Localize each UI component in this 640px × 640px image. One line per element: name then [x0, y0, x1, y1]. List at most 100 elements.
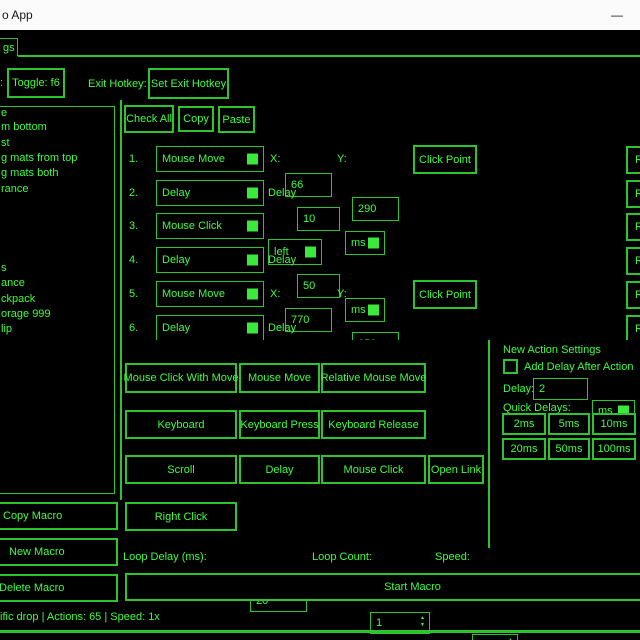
y-label: Y: — [337, 153, 347, 165]
loop-count-value: 1 — [376, 617, 382, 629]
action-type-value: Mouse Move — [162, 153, 225, 165]
tab-settings[interactable]: gs — [0, 38, 18, 56]
delay-label: Delay: — [503, 383, 534, 395]
title-bar: o App — — [0, 0, 640, 30]
add-delay-checkbox[interactable] — [503, 359, 518, 374]
action-row: 1.Mouse MoveX:66Y:290Click PointR — [122, 146, 640, 176]
quick-delay-button[interactable]: 2ms — [502, 413, 546, 435]
start-macro-button[interactable]: Start Macro — [125, 573, 640, 601]
action-type-dropdown[interactable]: Delay — [156, 180, 264, 206]
copy-macro-button[interactable]: Copy Macro — [0, 502, 118, 530]
action-type-dropdown[interactable]: Mouse Move — [156, 146, 264, 172]
row-number: 3. — [129, 220, 138, 232]
row-number: 1. — [129, 153, 138, 165]
action-row: 4.DelayDelay50msR — [122, 247, 640, 277]
set-exit-hotkey-button[interactable]: Set Exit Hotkey — [148, 68, 229, 99]
row-number: 5. — [129, 288, 138, 300]
remove-button[interactable]: R — [626, 247, 640, 275]
speed-label: Speed: — [435, 551, 470, 563]
action-type-dropdown[interactable]: Delay — [156, 315, 264, 340]
row-number: 6. — [129, 322, 138, 334]
x-label: X: — [270, 153, 280, 165]
minimize-button[interactable]: — — [604, 6, 630, 24]
action-type-value: Delay — [162, 322, 190, 334]
dropdown-indicator-icon — [247, 188, 258, 199]
quick-delay-button[interactable]: 100ms — [592, 438, 636, 460]
row-number: 2. — [129, 187, 138, 199]
add-right-click-button[interactable]: Right Click — [125, 502, 237, 531]
new-action-delay-input[interactable]: 2 — [533, 378, 588, 400]
add-keyboard-release-button[interactable]: Keyboard Release — [321, 410, 426, 439]
list-item[interactable]: rance — [1, 183, 29, 195]
new-macro-button[interactable]: New Macro — [0, 538, 118, 566]
settings-separator — [488, 340, 490, 548]
action-type-value: Mouse Click — [162, 220, 222, 232]
loop-delay-label: Loop Delay (ms): — [123, 551, 207, 563]
new-action-delay-value: 2 — [539, 383, 545, 395]
list-item[interactable]: ckpack — [1, 293, 35, 305]
exit-hotkey-label: Exit Hotkey: — [88, 78, 147, 90]
add-keyboard-press-button[interactable]: Keyboard Press — [239, 410, 320, 439]
y-label: Y: — [337, 288, 347, 300]
add-mouse-click-button[interactable]: Mouse Click — [321, 455, 426, 484]
add-keyboard-button[interactable]: Keyboard — [125, 410, 237, 439]
list-item[interactable]: g mats both — [1, 167, 58, 179]
x-label: X: — [270, 288, 280, 300]
row-number: 4. — [129, 254, 138, 266]
quick-delay-button[interactable]: 10ms — [592, 413, 636, 435]
check-all-button[interactable]: Check All — [124, 105, 174, 133]
action-type-dropdown[interactable]: Delay — [156, 247, 264, 273]
dropdown-indicator-icon — [247, 154, 258, 165]
list-item[interactable]: m bottom — [1, 121, 47, 133]
add-mouse-click-with-move-button[interactable]: Mouse Click With Move — [125, 363, 237, 393]
action-row: 3.Mouse ClickleftR — [122, 213, 640, 243]
macro-list[interactable]: e m bottom st g mats from top g mats both ran… — [0, 106, 115, 494]
quick-delay-button[interactable]: 5ms — [548, 413, 590, 435]
quick-delay-button[interactable]: 50ms — [548, 438, 590, 460]
paste-button[interactable]: Paste — [218, 106, 255, 133]
click-point-button[interactable]: Click Point — [413, 280, 477, 309]
dropdown-indicator-icon — [247, 221, 258, 232]
window-title: o App — [2, 8, 33, 22]
tabstrip-line — [18, 55, 640, 57]
dropdown-indicator-icon — [247, 323, 258, 334]
list-item[interactable]: lip — [1, 323, 12, 335]
quick-delay-button[interactable]: 20ms — [502, 438, 546, 460]
remove-button[interactable]: R — [626, 146, 640, 174]
toggle-hotkey-button[interactable]: Toggle: f6 — [7, 68, 65, 98]
add-delay-label: Add Delay After Action — [524, 361, 633, 373]
list-item[interactable]: orage 999 — [1, 308, 51, 320]
status-bar-line — [0, 630, 640, 633]
status-bar-text: ific drop | Actions: 65 | Speed: 1x — [0, 611, 160, 623]
action-type-value: Delay — [162, 254, 190, 266]
loop-count-label: Loop Count: — [312, 551, 372, 563]
action-type-dropdown[interactable]: Mouse Move — [156, 281, 264, 307]
delay-label: Delay — [268, 187, 296, 199]
action-row: 5.Mouse MoveX:770Y:659Click PointR — [122, 281, 640, 311]
app-window: o App — gs : Toggle: f6 Exit Hotkey: Set… — [0, 0, 640, 640]
remove-button[interactable]: R — [626, 315, 640, 340]
add-relative-mouse-move-button[interactable]: Relative Mouse Move — [321, 363, 426, 393]
list-item[interactable]: ance — [1, 277, 25, 289]
action-type-dropdown[interactable]: Mouse Click — [156, 213, 264, 239]
list-item[interactable]: g mats from top — [1, 152, 77, 164]
speed-spinner[interactable]: 1 ▲▼ — [472, 634, 518, 640]
remove-button[interactable]: R — [626, 213, 640, 241]
add-scroll-button[interactable]: Scroll — [125, 455, 237, 484]
list-item[interactable]: e — [1, 107, 7, 119]
add-mouse-move-button[interactable]: Mouse Move — [239, 363, 320, 393]
delay-label: Delay — [268, 322, 296, 334]
action-row: 6.DelayDelay10msR — [122, 315, 640, 340]
spinner-arrows-icon[interactable]: ▲▼ — [420, 615, 425, 629]
delete-macro-button[interactable]: Delete Macro — [0, 574, 118, 602]
list-item[interactable]: st — [1, 137, 10, 149]
click-point-button[interactable]: Click Point — [413, 145, 477, 174]
remove-button[interactable]: R — [626, 281, 640, 309]
delay-label: Delay — [268, 254, 296, 266]
copy-button[interactable]: Copy — [178, 106, 214, 132]
actions-list[interactable]: 1.Mouse MoveX:66Y:290Click PointR2.Delay… — [122, 140, 640, 340]
remove-button[interactable]: R — [626, 180, 640, 208]
list-item[interactable]: s — [1, 262, 7, 274]
add-open-link-button[interactable]: Open Link — [428, 455, 484, 484]
add-delay-button[interactable]: Delay — [239, 455, 320, 484]
